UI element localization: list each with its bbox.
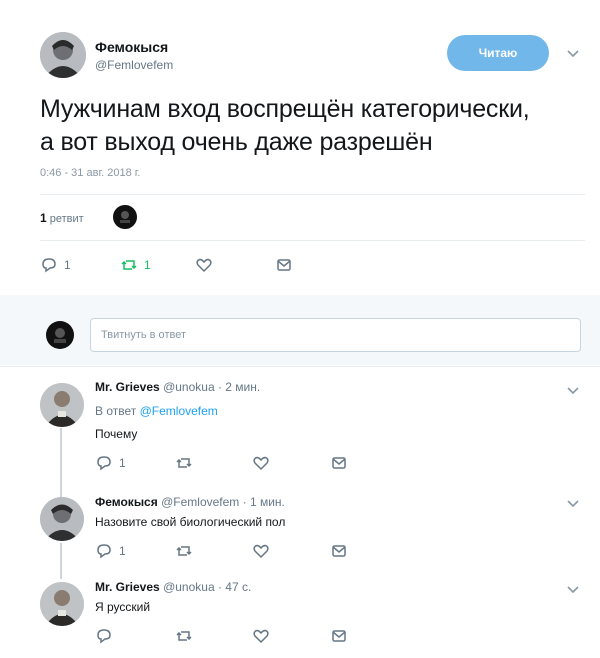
chevron-down-icon[interactable] [566, 585, 580, 595]
reply-author-name: Mr. Grieves [95, 380, 160, 394]
reply-author-name: Фемокыся [95, 495, 158, 509]
tweet-text: Мужчинам вход воспрещён категорически, а… [40, 93, 585, 159]
reply-author[interactable]: Mr. Grieves @unokua · 47 с. [95, 580, 251, 594]
message-icon [277, 259, 291, 271]
thread-line [60, 543, 62, 579]
reply-handle-time: @Femlovefem · 1 мин. [161, 495, 285, 509]
reply-count: 1 [64, 258, 71, 272]
reply-action[interactable]: 1 [95, 455, 126, 471]
message-action[interactable] [330, 455, 348, 471]
like-icon [196, 258, 212, 273]
chevron-down-icon[interactable] [566, 386, 580, 396]
tweet-timestamp[interactable]: 0:46 - 31 авг. 2018 г. [40, 167, 140, 179]
like-icon [253, 629, 269, 644]
message-action[interactable] [275, 257, 293, 273]
author-handle[interactable]: @Femlovefem [95, 58, 173, 72]
retweet-stats-label: ретвит [49, 213, 84, 225]
reply-input[interactable]: Твитнуть в ответ [90, 318, 581, 352]
retweet-action[interactable] [175, 543, 193, 559]
main-tweet: Фемокыся @Femlovefem Читаю Мужчинам вход… [0, 0, 600, 295]
divider [40, 240, 585, 241]
chevron-down-icon[interactable] [566, 499, 580, 509]
reply-text: Назовите свой биологический пол [95, 515, 286, 529]
like-icon [253, 544, 269, 559]
reply-author[interactable]: Фемокыся @Femlovefem · 1 мин. [95, 495, 285, 509]
reply-context: В ответ @Femlovefem [95, 404, 218, 418]
tweet-text-line2: а вот выход очень даже разрешён [40, 128, 433, 156]
retweet-stats-number: 1 [40, 211, 47, 225]
reply-icon [97, 456, 111, 471]
follow-button[interactable]: Читаю [447, 35, 549, 71]
reply-icon [42, 258, 56, 273]
like-action[interactable] [195, 257, 213, 273]
message-icon [332, 457, 346, 469]
reply-context-prefix: В ответ [95, 404, 140, 418]
reply-count: 1 [119, 544, 126, 558]
reply-text: Почему [95, 427, 138, 441]
like-action[interactable] [252, 628, 270, 644]
reply-handle-time: @unokua · 2 мин. [163, 380, 261, 394]
message-icon [332, 630, 346, 642]
reply-action[interactable]: 1 [40, 257, 71, 273]
like-action[interactable] [252, 455, 270, 471]
chevron-down-icon[interactable] [566, 49, 580, 59]
retweet-icon [176, 546, 192, 556]
current-user-avatar[interactable] [46, 321, 74, 349]
reply-author[interactable]: Mr. Grieves @unokua · 2 мин. [95, 380, 260, 394]
reply-context-link[interactable]: @Femlovefem [140, 404, 218, 418]
divider [40, 194, 585, 195]
reply-action[interactable] [95, 628, 119, 644]
message-action[interactable] [330, 628, 348, 644]
message-icon [332, 545, 346, 557]
message-action[interactable] [330, 543, 348, 559]
like-action[interactable] [252, 543, 270, 559]
retweet-icon [121, 260, 137, 270]
reply-avatar[interactable] [40, 383, 84, 427]
retweet-action[interactable] [175, 455, 193, 471]
reply-author-name: Mr. Grieves [95, 580, 160, 594]
divider [0, 366, 600, 367]
reply-handle-time: @unokua · 47 с. [163, 580, 252, 594]
reply-text: Я русский [95, 600, 151, 614]
reply-avatar[interactable] [40, 582, 84, 626]
retweeter-avatar[interactable] [113, 205, 137, 229]
retweet-icon [176, 458, 192, 468]
reply-avatar[interactable] [40, 497, 84, 541]
thread-line [60, 428, 62, 500]
like-icon [253, 456, 269, 471]
tweet-text-line1: Мужчинам вход воспрещён категорически, [40, 95, 530, 123]
author-name[interactable]: Фемокыся [95, 39, 168, 55]
retweet-action[interactable] [175, 628, 193, 644]
reply-count: 1 [119, 456, 126, 470]
author-avatar[interactable] [40, 32, 86, 78]
retweet-icon [176, 631, 192, 641]
retweet-count: 1 [144, 258, 151, 272]
reply-action[interactable]: 1 [95, 543, 126, 559]
reply-icon [97, 629, 111, 644]
retweet-action[interactable]: 1 [120, 257, 151, 273]
retweet-stats[interactable]: 1 ретвит [40, 211, 84, 225]
reply-icon [97, 544, 111, 559]
